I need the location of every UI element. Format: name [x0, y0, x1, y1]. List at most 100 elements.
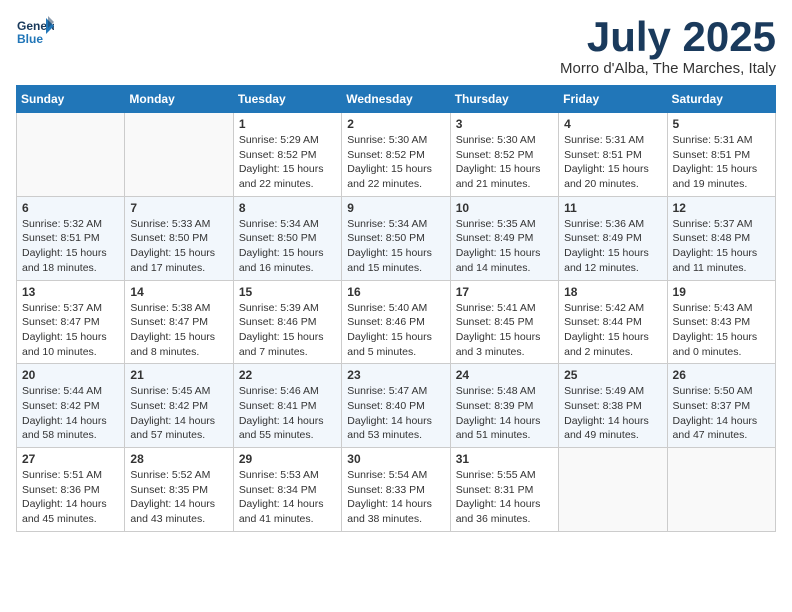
- day-number: 10: [456, 201, 553, 215]
- calendar-day-cell: 16Sunrise: 5:40 AM Sunset: 8:46 PM Dayli…: [342, 280, 450, 364]
- calendar-day-cell: 27 Sunrise: 5:51 AM Sunset: 8:36 PM Dayli…: [17, 448, 125, 532]
- weekday-header-friday: Friday: [559, 86, 667, 113]
- calendar-day-cell: 19 Sunrise: 5:43 AM Sunset: 8:43 PM Dayli…: [667, 280, 775, 364]
- day-info: Sunrise: 5:39 AM Sunset: 8:46 PM Dayligh…: [239, 301, 336, 360]
- calendar-day-cell: [667, 448, 775, 532]
- calendar-day-cell: 9Sunrise: 5:34 AM Sunset: 8:50 PM Daylig…: [342, 196, 450, 280]
- weekday-header-thursday: Thursday: [450, 86, 558, 113]
- day-number: 22: [239, 368, 336, 382]
- day-info: Sunrise: 5:37 AM Sunset: 8:47 PM Dayligh…: [22, 301, 119, 360]
- day-number: 27: [22, 452, 119, 466]
- day-info: Sunrise: 5:35 AM Sunset: 8:49 PM Dayligh…: [456, 217, 553, 276]
- day-info: Sunrise: 5:29 AM Sunset: 8:52 PM Dayligh…: [239, 133, 336, 192]
- day-number: 19: [673, 285, 770, 299]
- day-info: Sunrise: 5:46 AM Sunset: 8:41 PM Dayligh…: [239, 384, 336, 443]
- day-number: 3: [456, 117, 553, 131]
- calendar-day-cell: 3 Sunrise: 5:30 AM Sunset: 8:52 PM Daylig…: [450, 113, 558, 197]
- day-info: Sunrise: 5:41 AM Sunset: 8:45 PM Dayligh…: [456, 301, 553, 360]
- calendar-day-cell: 8 Sunrise: 5:34 AM Sunset: 8:50 PM Daylig…: [233, 196, 341, 280]
- calendar-day-cell: 2 Sunrise: 5:30 AM Sunset: 8:52 PM Daylig…: [342, 113, 450, 197]
- calendar-day-cell: [17, 113, 125, 197]
- day-info: Sunrise: 5:30 AM Sunset: 8:52 PM Dayligh…: [456, 133, 553, 192]
- calendar-day-cell: 18 Sunrise: 5:42 AM Sunset: 8:44 PM Dayli…: [559, 280, 667, 364]
- calendar-week-row: 13 Sunrise: 5:37 AM Sunset: 8:47 PM Dayli…: [17, 280, 776, 364]
- calendar-day-cell: 4 Sunrise: 5:31 AM Sunset: 8:51 PM Daylig…: [559, 113, 667, 197]
- calendar-day-cell: 6 Sunrise: 5:32 AM Sunset: 8:51 PM Daylig…: [17, 196, 125, 280]
- day-number: 17: [456, 285, 553, 299]
- day-number: 14: [130, 285, 227, 299]
- day-number: 11: [564, 201, 661, 215]
- day-info: Sunrise: 5:30 AM Sunset: 8:52 PM Dayligh…: [347, 133, 444, 192]
- day-info: Sunrise: 5:54 AM Sunset: 8:33 PM Dayligh…: [347, 468, 444, 527]
- calendar-day-cell: 28Sunrise: 5:52 AM Sunset: 8:35 PM Dayli…: [125, 448, 233, 532]
- day-info: Sunrise: 5:42 AM Sunset: 8:44 PM Dayligh…: [564, 301, 661, 360]
- day-number: 30: [347, 452, 444, 466]
- logo-icon: General Blue: [16, 16, 54, 48]
- day-number: 20: [22, 368, 119, 382]
- day-info: Sunrise: 5:36 AM Sunset: 8:49 PM Dayligh…: [564, 217, 661, 276]
- svg-text:Blue: Blue: [17, 32, 43, 46]
- calendar-day-cell: 24 Sunrise: 5:48 AM Sunset: 8:39 PM Dayli…: [450, 364, 558, 448]
- weekday-header-monday: Monday: [125, 86, 233, 113]
- calendar-day-cell: 21Sunrise: 5:45 AM Sunset: 8:42 PM Dayli…: [125, 364, 233, 448]
- calendar-day-cell: 22 Sunrise: 5:46 AM Sunset: 8:41 PM Dayli…: [233, 364, 341, 448]
- day-info: Sunrise: 5:32 AM Sunset: 8:51 PM Dayligh…: [22, 217, 119, 276]
- day-number: 18: [564, 285, 661, 299]
- day-info: Sunrise: 5:45 AM Sunset: 8:42 PM Dayligh…: [130, 384, 227, 443]
- title-block: July 2025 Morro d'Alba, The Marches, Ita…: [560, 16, 776, 77]
- day-info: Sunrise: 5:48 AM Sunset: 8:39 PM Dayligh…: [456, 384, 553, 443]
- calendar-day-cell: 1Sunrise: 5:29 AM Sunset: 8:52 PM Daylig…: [233, 113, 341, 197]
- day-info: Sunrise: 5:53 AM Sunset: 8:34 PM Dayligh…: [239, 468, 336, 527]
- day-number: 16: [347, 285, 444, 299]
- calendar-day-cell: 17 Sunrise: 5:41 AM Sunset: 8:45 PM Dayli…: [450, 280, 558, 364]
- day-info: Sunrise: 5:31 AM Sunset: 8:51 PM Dayligh…: [673, 133, 770, 192]
- calendar-day-cell: 10 Sunrise: 5:35 AM Sunset: 8:49 PM Dayli…: [450, 196, 558, 280]
- day-info: Sunrise: 5:43 AM Sunset: 8:43 PM Dayligh…: [673, 301, 770, 360]
- calendar-day-cell: 5Sunrise: 5:31 AM Sunset: 8:51 PM Daylig…: [667, 113, 775, 197]
- calendar-week-row: 27 Sunrise: 5:51 AM Sunset: 8:36 PM Dayli…: [17, 448, 776, 532]
- calendar-table: SundayMondayTuesdayWednesdayThursdayFrid…: [16, 85, 776, 532]
- day-number: 26: [673, 368, 770, 382]
- day-info: Sunrise: 5:47 AM Sunset: 8:40 PM Dayligh…: [347, 384, 444, 443]
- day-number: 9: [347, 201, 444, 215]
- weekday-header-tuesday: Tuesday: [233, 86, 341, 113]
- day-info: Sunrise: 5:51 AM Sunset: 8:36 PM Dayligh…: [22, 468, 119, 527]
- weekday-header-saturday: Saturday: [667, 86, 775, 113]
- day-info: Sunrise: 5:55 AM Sunset: 8:31 PM Dayligh…: [456, 468, 553, 527]
- day-info: Sunrise: 5:49 AM Sunset: 8:38 PM Dayligh…: [564, 384, 661, 443]
- day-number: 31: [456, 452, 553, 466]
- calendar-day-cell: 23 Sunrise: 5:47 AM Sunset: 8:40 PM Dayli…: [342, 364, 450, 448]
- day-number: 12: [673, 201, 770, 215]
- calendar-week-row: 20Sunrise: 5:44 AM Sunset: 8:42 PM Dayli…: [17, 364, 776, 448]
- calendar-day-cell: [125, 113, 233, 197]
- day-number: 6: [22, 201, 119, 215]
- calendar-day-cell: 7Sunrise: 5:33 AM Sunset: 8:50 PM Daylig…: [125, 196, 233, 280]
- calendar-week-row: 1Sunrise: 5:29 AM Sunset: 8:52 PM Daylig…: [17, 113, 776, 197]
- day-number: 15: [239, 285, 336, 299]
- calendar-day-cell: 31 Sunrise: 5:55 AM Sunset: 8:31 PM Dayli…: [450, 448, 558, 532]
- day-number: 2: [347, 117, 444, 131]
- calendar-day-cell: 13 Sunrise: 5:37 AM Sunset: 8:47 PM Dayli…: [17, 280, 125, 364]
- logo: General Blue: [16, 16, 54, 48]
- weekday-header-row: SundayMondayTuesdayWednesdayThursdayFrid…: [17, 86, 776, 113]
- day-info: Sunrise: 5:33 AM Sunset: 8:50 PM Dayligh…: [130, 217, 227, 276]
- weekday-header-wednesday: Wednesday: [342, 86, 450, 113]
- day-info: Sunrise: 5:50 AM Sunset: 8:37 PM Dayligh…: [673, 384, 770, 443]
- calendar-day-cell: 29 Sunrise: 5:53 AM Sunset: 8:34 PM Dayli…: [233, 448, 341, 532]
- day-number: 23: [347, 368, 444, 382]
- calendar-day-cell: 15 Sunrise: 5:39 AM Sunset: 8:46 PM Dayli…: [233, 280, 341, 364]
- location-subtitle: Morro d'Alba, The Marches, Italy: [560, 60, 776, 77]
- day-number: 24: [456, 368, 553, 382]
- page-header: General Blue July 2025 Morro d'Alba, The…: [16, 16, 776, 77]
- day-number: 25: [564, 368, 661, 382]
- day-number: 4: [564, 117, 661, 131]
- calendar-day-cell: 26 Sunrise: 5:50 AM Sunset: 8:37 PM Dayli…: [667, 364, 775, 448]
- calendar-week-row: 6 Sunrise: 5:32 AM Sunset: 8:51 PM Daylig…: [17, 196, 776, 280]
- day-number: 13: [22, 285, 119, 299]
- calendar-day-cell: 14Sunrise: 5:38 AM Sunset: 8:47 PM Dayli…: [125, 280, 233, 364]
- day-info: Sunrise: 5:31 AM Sunset: 8:51 PM Dayligh…: [564, 133, 661, 192]
- day-number: 8: [239, 201, 336, 215]
- day-info: Sunrise: 5:34 AM Sunset: 8:50 PM Dayligh…: [239, 217, 336, 276]
- calendar-day-cell: 11 Sunrise: 5:36 AM Sunset: 8:49 PM Dayli…: [559, 196, 667, 280]
- day-number: 29: [239, 452, 336, 466]
